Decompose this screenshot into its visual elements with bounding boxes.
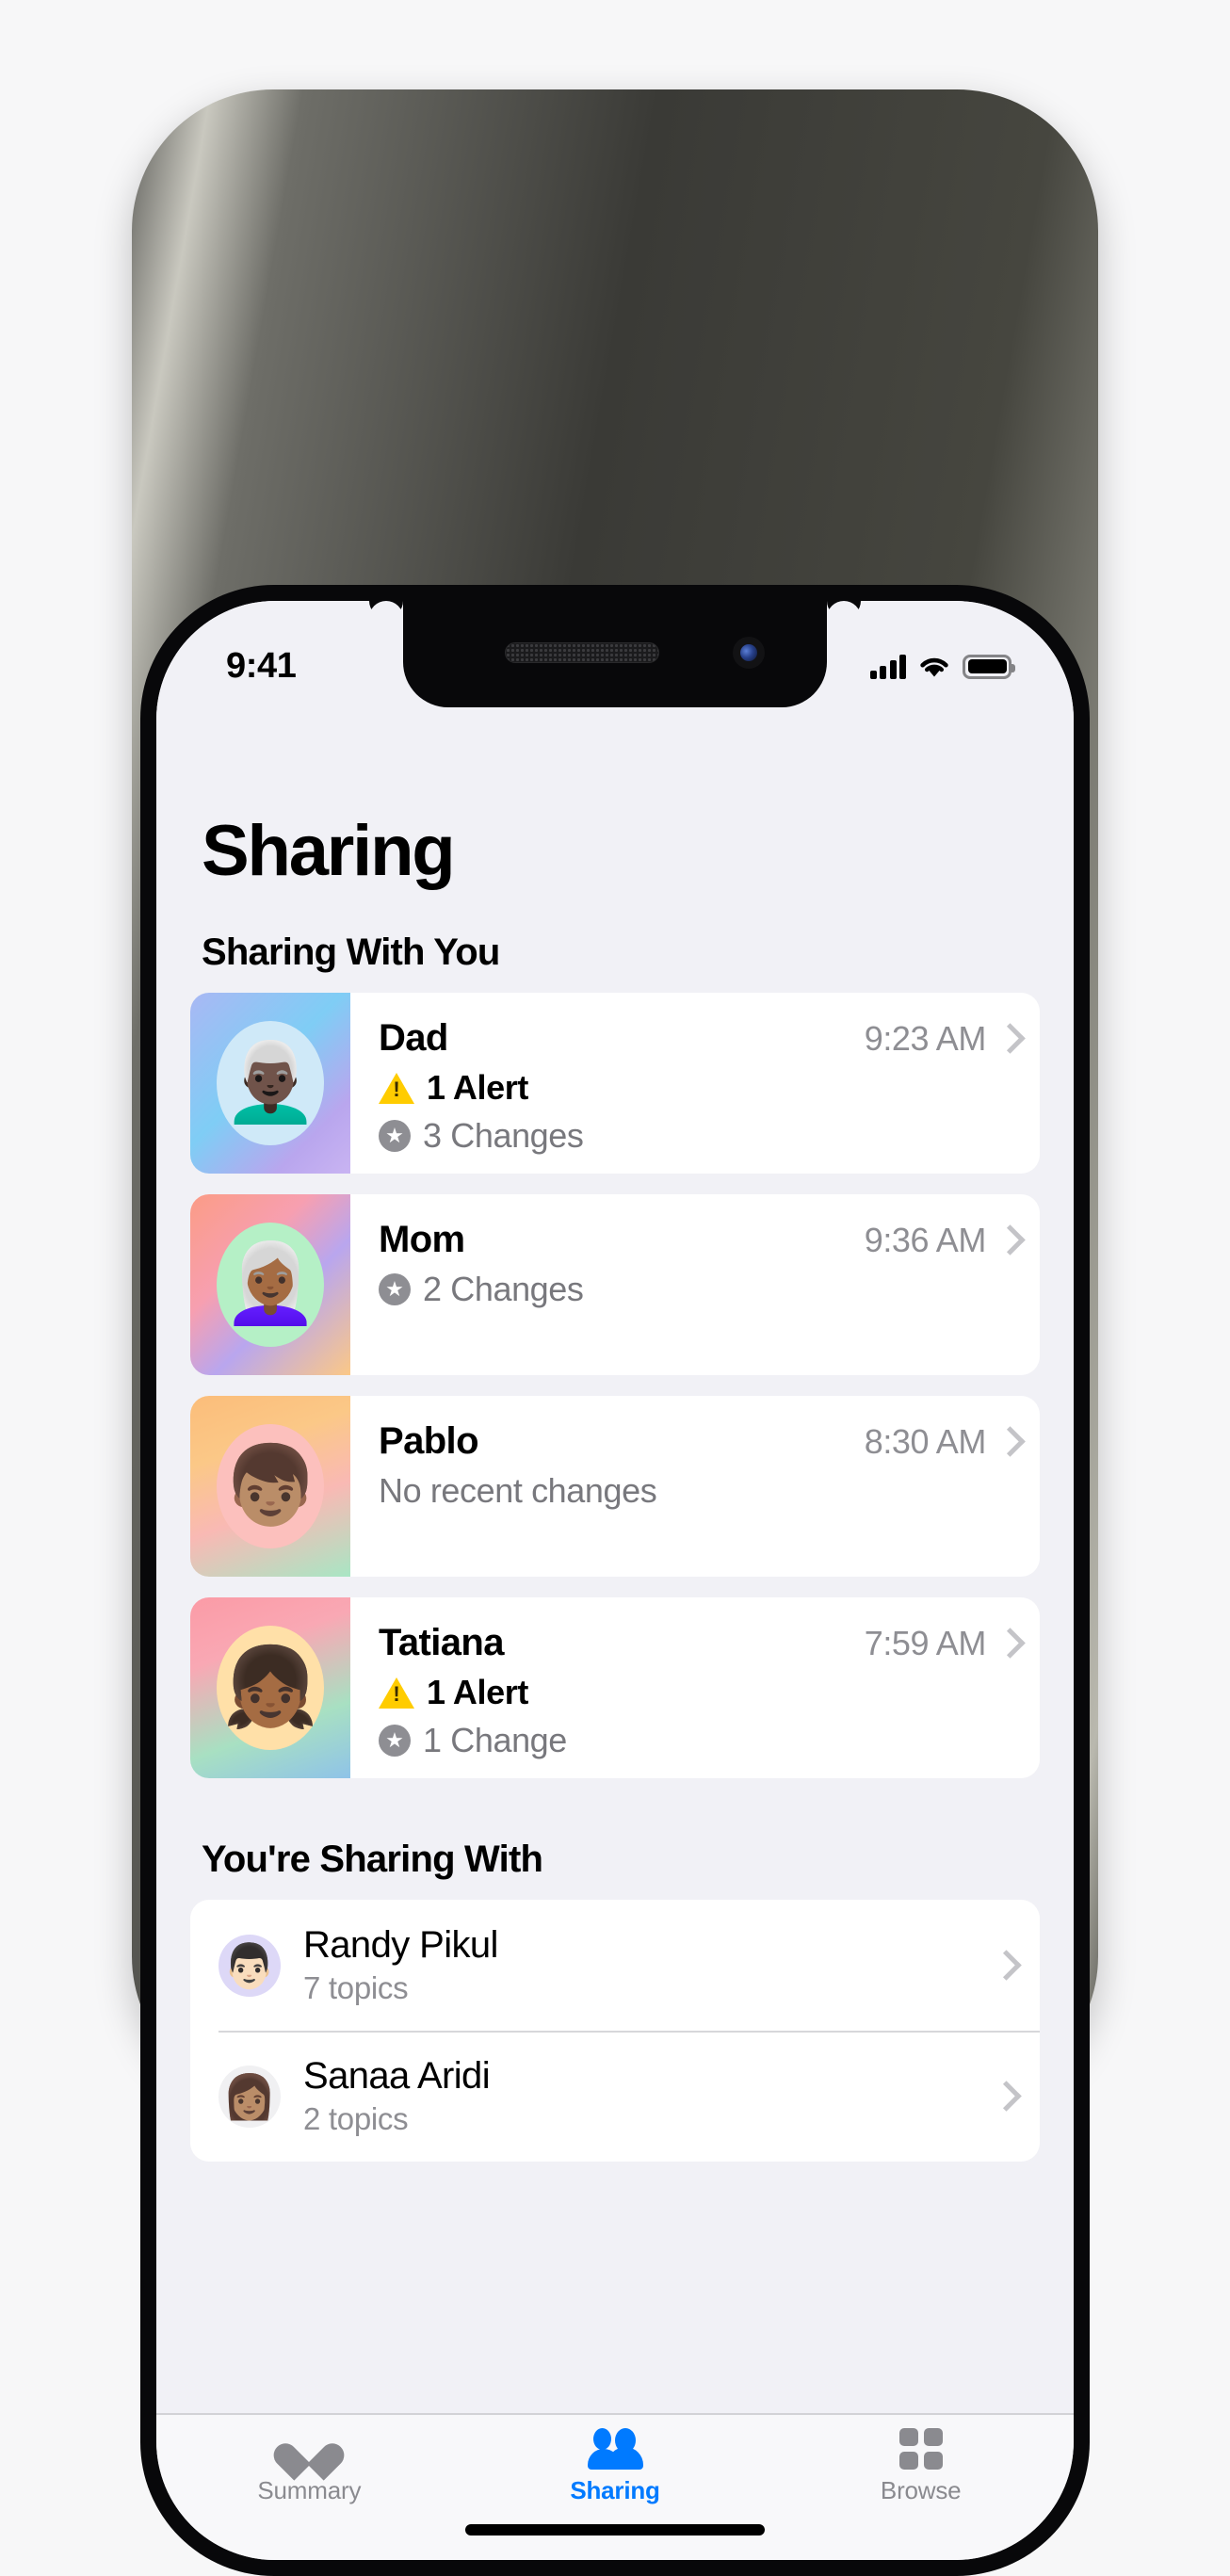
volume-down-button[interactable] (140, 274, 152, 392)
battery-icon (963, 654, 1015, 679)
notch (403, 601, 827, 707)
card-meta: 7:59 AM (865, 1624, 1015, 1663)
tab-browse[interactable]: Browse (768, 2428, 1074, 2505)
chevron-right-icon[interactable] (999, 1629, 1015, 1658)
power-button[interactable] (140, 392, 152, 585)
tab-bar: Summary Sharing Browse (156, 2413, 1074, 2560)
section-header-sharing-with-you: Sharing With You (202, 932, 500, 973)
sharing-with-you-list: 👨🏿‍🦳 Dad 9:23 AM 1 Alert ★ 3 Changes 👩🏾‍🦳 Mom 9:… (156, 993, 1074, 1778)
people-icon (588, 2428, 643, 2470)
tab-sharing[interactable]: Sharing (462, 2428, 769, 2505)
tab-sharing-label: Sharing (570, 2476, 660, 2504)
avatar: 👩🏾‍🦳 (217, 1223, 324, 1347)
avatar: 👧🏾 (217, 1626, 324, 1750)
changes-text: 2 Changes (423, 1270, 584, 1308)
contact-topics-count: 2 topics (303, 2101, 409, 2136)
card-meta: 9:36 AM (865, 1221, 1015, 1260)
timestamp: 9:23 AM (864, 1019, 987, 1058)
card-meta: 8:30 AM (865, 1422, 1015, 1462)
avatar-tile: 👧🏾 (190, 1597, 350, 1778)
alert-text: 1 Alert (427, 1068, 528, 1107)
contact-topics-count: 7 topics (303, 1970, 409, 2005)
alert-line: 1 Alert (379, 1673, 1015, 1712)
card-top-row: Mom 9:36 AM (379, 1219, 1015, 1261)
mute-switch-button[interactable] (140, 98, 151, 156)
contact-text: Randy Pikul 7 topics (303, 1924, 995, 2006)
alert-line: 1 Alert (379, 1068, 1015, 1108)
contact-name: Randy Pikul (303, 1924, 498, 1966)
contact-row[interactable]: 👩🏽 Sanaa Aridi 2 topics (190, 2031, 1040, 2162)
avatar: 👨🏿‍🦳 (217, 1021, 324, 1145)
chevron-right-icon[interactable] (995, 2082, 1012, 2111)
changes-text: 1 Change (423, 1721, 567, 1759)
person-name: Dad (379, 1017, 448, 1059)
person-name: Tatiana (379, 1622, 504, 1663)
avatar: 👩🏽 (218, 2065, 281, 2128)
wifi-icon (920, 657, 948, 676)
changes-line: No recent changes (379, 1471, 1015, 1511)
card-body: Dad 9:23 AM 1 Alert ★ 3 Changes (350, 993, 1040, 1174)
card-top-row: Pablo 8:30 AM (379, 1420, 1015, 1463)
earpiece-speaker-icon (505, 642, 659, 663)
timestamp: 9:36 AM (864, 1221, 987, 1259)
changes-text: 3 Changes (423, 1116, 584, 1155)
scroll-content[interactable]: Sharing Sharing With You 👨🏿‍🦳Dad9:23 AM1… (156, 601, 1074, 2413)
volume-up-button[interactable] (140, 156, 152, 274)
card-meta: 9:23 AM (865, 1019, 1015, 1059)
avatar: 👨🏻 (218, 1934, 281, 1997)
avatar-tile: 👨🏿‍🦳 (190, 993, 350, 1174)
status-bar-time: 9:41 (226, 646, 297, 686)
front-camera-icon (733, 637, 765, 669)
sharing-with-you-card[interactable]: 👧🏾 Tatiana 7:59 AM 1 Alert ★ 1 Change (190, 1597, 1040, 1778)
contact-name: Sanaa Aridi (303, 2055, 491, 2097)
iphone-device-frame: 9:41 Sharing Sharing With You (132, 89, 1098, 2576)
changes-line: ★ 1 Change (379, 1721, 1015, 1760)
sharing-with-you-card[interactable]: 👦🏽 Pablo 8:30 AM No recent changes (190, 1396, 1040, 1577)
changes-line: ★ 2 Changes (379, 1270, 1015, 1309)
phone-screen: 9:41 Sharing Sharing With You (156, 601, 1074, 2560)
chevron-right-icon[interactable] (999, 1428, 1015, 1456)
changes-line: ★ 3 Changes (379, 1116, 1015, 1156)
card-body: Mom 9:36 AM ★ 2 Changes (350, 1194, 1040, 1375)
tab-summary-label: Summary (257, 2476, 362, 2504)
youre-sharing-with-list: 👨🏻 Randy Pikul 7 topics 👩🏽 Sanaa Aridi 2 topi… (190, 1900, 1040, 2162)
contact-text: Sanaa Aridi 2 topics (303, 2055, 995, 2137)
avatar: 👦🏽 (217, 1424, 324, 1548)
card-top-row: Tatiana 7:59 AM (379, 1622, 1015, 1664)
section-header-youre-sharing-with: You're Sharing With (202, 1839, 543, 1880)
sharing-with-you-card[interactable]: 👩🏾‍🦳 Mom 9:36 AM ★ 2 Changes (190, 1194, 1040, 1375)
avatar-tile: 👩🏾‍🦳 (190, 1194, 350, 1375)
timestamp: 8:30 AM (864, 1422, 987, 1461)
alert-text: 1 Alert (427, 1673, 528, 1711)
tab-summary[interactable]: Summary (156, 2428, 462, 2505)
avatar-tile: 👦🏽 (190, 1396, 350, 1577)
chevron-right-icon[interactable] (999, 1226, 1015, 1255)
card-body: Tatiana 7:59 AM 1 Alert ★ 1 Change (350, 1597, 1040, 1778)
chevron-right-icon[interactable] (995, 1952, 1012, 1980)
person-name: Mom (379, 1219, 465, 1260)
person-name: Pablo (379, 1420, 479, 1462)
changes-text: No recent changes (379, 1471, 657, 1510)
tab-browse-label: Browse (880, 2476, 962, 2504)
star-badge-icon: ★ (379, 1273, 411, 1305)
device-bezel: 9:41 Sharing Sharing With You (140, 585, 1090, 2576)
status-bar-icons (869, 654, 1015, 679)
contact-row[interactable]: 👨🏻 Randy Pikul 7 topics (190, 1900, 1040, 2031)
warning-triangle-icon (379, 1072, 414, 1104)
star-badge-icon: ★ (379, 1725, 411, 1757)
heart-icon (287, 2428, 331, 2470)
sharing-with-you-card[interactable]: 👨🏿‍🦳 Dad 9:23 AM 1 Alert ★ 3 Changes (190, 993, 1040, 1174)
cellular-signal-icon (869, 654, 906, 679)
grid-icon (898, 2428, 943, 2470)
card-top-row: Dad 9:23 AM (379, 1017, 1015, 1060)
home-indicator[interactable] (465, 2524, 765, 2535)
warning-triangle-icon (379, 1677, 414, 1709)
chevron-right-icon[interactable] (999, 1025, 1015, 1053)
timestamp: 7:59 AM (864, 1624, 987, 1662)
card-body: Pablo 8:30 AM No recent changes (350, 1396, 1040, 1577)
star-badge-icon: ★ (379, 1120, 411, 1152)
